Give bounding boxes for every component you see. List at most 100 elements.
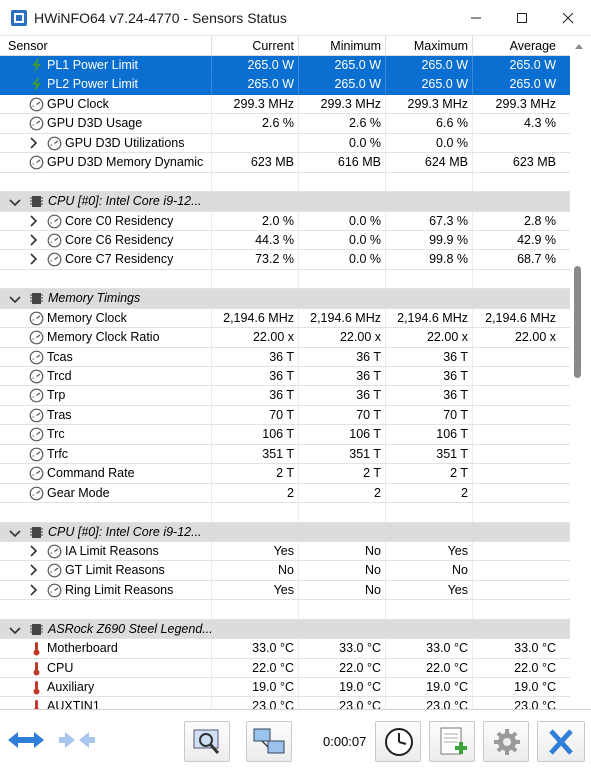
- column-divider[interactable]: [472, 36, 473, 56]
- collapse-chevron-icon[interactable]: [9, 294, 21, 306]
- sensor-row[interactable]: Tras 70 T 70 T 70 T: [0, 405, 570, 426]
- sensor-row[interactable]: IA Limit Reasons Yes No Yes: [0, 541, 570, 562]
- column-header-current[interactable]: Current: [252, 39, 294, 53]
- sensor-row[interactable]: Trcd 36 T 36 T 36 T: [0, 367, 570, 387]
- current-value: 299.3 MHz: [233, 96, 294, 111]
- column-header-average[interactable]: Average: [510, 39, 556, 53]
- minimum-value: 0.0 %: [349, 252, 381, 267]
- grid-line: [211, 269, 212, 289]
- sensor-row[interactable]: GPU D3D Memory Dynamic 623 MB 616 MB 624 MB…: [0, 153, 570, 173]
- navigate-arrows-icon[interactable]: [6, 728, 46, 755]
- grid-line: [385, 405, 386, 425]
- logging-button[interactable]: [429, 721, 475, 762]
- collapse-arrows-icon[interactable]: [57, 728, 97, 755]
- current-value: 2.0 %: [262, 213, 294, 228]
- sensor-label: Gear Mode: [47, 485, 110, 500]
- grid-line: [298, 172, 299, 192]
- sensor-row[interactable]: CPU 22.0 °C 22.0 °C 22.0 °C 22.0 °C: [0, 658, 570, 678]
- grid-line: [385, 600, 386, 619]
- sensor-row[interactable]: GPU D3D Usage 2.6 % 2.6 % 6.6 % 4.3 %: [0, 114, 570, 134]
- network-button[interactable]: [246, 721, 292, 762]
- current-value: 70 T: [269, 407, 294, 422]
- grid-line: [472, 328, 473, 347]
- sensor-row[interactable]: Memory Clock 2,194.6 MHz 2,194.6 MHz 2,194.…: [0, 308, 570, 329]
- sensor-group-row[interactable]: CPU [#0]: Intel Core i9-12...: [0, 192, 570, 212]
- column-header-maximum[interactable]: Maximum: [414, 39, 468, 53]
- expand-chevron-icon[interactable]: [29, 584, 39, 596]
- expand-chevron-icon[interactable]: [29, 214, 39, 227]
- minimum-value: 106 T: [349, 427, 381, 442]
- sensor-row[interactable]: Trfc 351 T 351 T 351 T: [0, 444, 570, 465]
- sensor-label: Trcd: [47, 369, 72, 383]
- gauge-icon: [47, 136, 62, 151]
- sensor-row[interactable]: Gear Mode 2 2 2: [0, 483, 570, 504]
- reset-timer-button[interactable]: [375, 721, 421, 762]
- collapse-chevron-icon[interactable]: [9, 528, 21, 540]
- scroll-up-arrow-icon[interactable]: [574, 42, 584, 50]
- close-button[interactable]: [537, 721, 585, 762]
- sensor-row[interactable]: Command Rate 2 T 2 T 2 T: [0, 464, 570, 484]
- grid-line: [298, 269, 299, 289]
- column-header-minimum[interactable]: Minimum: [330, 39, 381, 53]
- vertical-scrollbar[interactable]: [570, 36, 591, 709]
- sensor-row[interactable]: AUXTIN1 23.0 °C 23.0 °C 23.0 °C 23.0 °C: [0, 697, 570, 709]
- settings-button[interactable]: [483, 721, 529, 762]
- gauge-icon: [29, 388, 44, 403]
- close-window-button[interactable]: [545, 0, 591, 36]
- current-value: 22.00 x: [252, 330, 294, 345]
- grid-line: [385, 269, 386, 289]
- sensor-group-row[interactable]: ASRock Z690 Steel Legend...: [0, 619, 570, 640]
- expand-chevron-icon[interactable]: [29, 564, 39, 576]
- column-divider[interactable]: [385, 36, 386, 56]
- thermometer-icon: [29, 661, 44, 676]
- maximum-value: 22.00 x: [426, 330, 468, 345]
- current-value: 36 T: [269, 388, 294, 403]
- expand-chevron-icon[interactable]: [29, 545, 39, 557]
- grid-line: [211, 328, 212, 347]
- expand-chevron-icon[interactable]: [29, 253, 39, 265]
- sensor-row[interactable]: Tcas 36 T 36 T 36 T: [0, 347, 570, 367]
- collapse-chevron-icon[interactable]: [9, 625, 21, 637]
- grid-line: [211, 405, 212, 425]
- sensor-row[interactable]: PL2 Power Limit 265.0 W 265.0 W 265.0 W 265.…: [0, 75, 570, 95]
- sensor-row[interactable]: GPU Clock 299.3 MHz 299.3 MHz 299.3 MHz 299.…: [0, 94, 570, 115]
- add-log-document-icon: [440, 727, 467, 755]
- maximize-button[interactable]: [499, 0, 545, 36]
- sensor-row[interactable]: Ring Limit Reasons Yes No Yes: [0, 580, 570, 601]
- maximum-value: No: [452, 563, 468, 578]
- expand-chevron-icon[interactable]: [29, 234, 39, 246]
- average-value: 19.0 °C: [514, 680, 556, 694]
- sensor-row[interactable]: Core C0 Residency 2.0 % 0.0 % 67.3 % 2.8 %: [0, 211, 570, 231]
- grid-line: [298, 697, 299, 709]
- sensor-group-row[interactable]: CPU [#0]: Intel Core i9-12...: [0, 522, 570, 542]
- average-value: 623 MB: [512, 155, 556, 170]
- sensor-label: GPU D3D Memory Dynamic: [47, 155, 204, 170]
- sensor-search-button[interactable]: [184, 721, 230, 762]
- average-value: 265.0 W: [509, 77, 556, 92]
- sensor-row[interactable]: Motherboard 33.0 °C 33.0 °C 33.0 °C 33.0 °C: [0, 639, 570, 659]
- sensor-group-row[interactable]: Memory Timings: [0, 289, 570, 309]
- sensor-row[interactable]: Trp 36 T 36 T 36 T: [0, 386, 570, 406]
- sensor-row[interactable]: Trc 106 T 106 T 106 T: [0, 425, 570, 445]
- minimum-value: 2,194.6 MHz: [310, 310, 381, 325]
- expand-chevron-icon[interactable]: [29, 137, 39, 149]
- maximum-value: Yes: [447, 543, 468, 558]
- column-divider[interactable]: [211, 36, 212, 56]
- sensor-row[interactable]: Memory Clock Ratio 22.00 x 22.00 x 22.00 x 2…: [0, 328, 570, 348]
- grid-line: [298, 328, 299, 347]
- collapse-chevron-icon[interactable]: [9, 197, 21, 209]
- grid-line: [298, 308, 299, 328]
- gauge-icon: [29, 116, 44, 131]
- column-divider[interactable]: [298, 36, 299, 56]
- column-header-sensor[interactable]: Sensor: [8, 39, 48, 53]
- sensor-row[interactable]: GT Limit Reasons No No No: [0, 561, 570, 581]
- scrollbar-thumb[interactable]: [574, 266, 581, 378]
- sensor-row[interactable]: Core C7 Residency 73.2 % 0.0 % 99.8 % 68.7 %: [0, 250, 570, 270]
- sensor-row[interactable]: PL1 Power Limit 265.0 W 265.0 W 265.0 W 265.…: [0, 56, 570, 76]
- sensor-row[interactable]: GPU D3D Utilizations 0.0 % 0.0 %: [0, 133, 570, 154]
- sensor-row[interactable]: Core C6 Residency 44.3 % 0.0 % 99.9 % 42.9 %: [0, 230, 570, 251]
- sensor-row[interactable]: Auxiliary 19.0 °C 19.0 °C 19.0 °C 19.0 °C: [0, 678, 570, 698]
- current-value: 23.0 °C: [252, 699, 294, 709]
- minimize-button[interactable]: [453, 0, 499, 36]
- grid-line: [385, 678, 386, 697]
